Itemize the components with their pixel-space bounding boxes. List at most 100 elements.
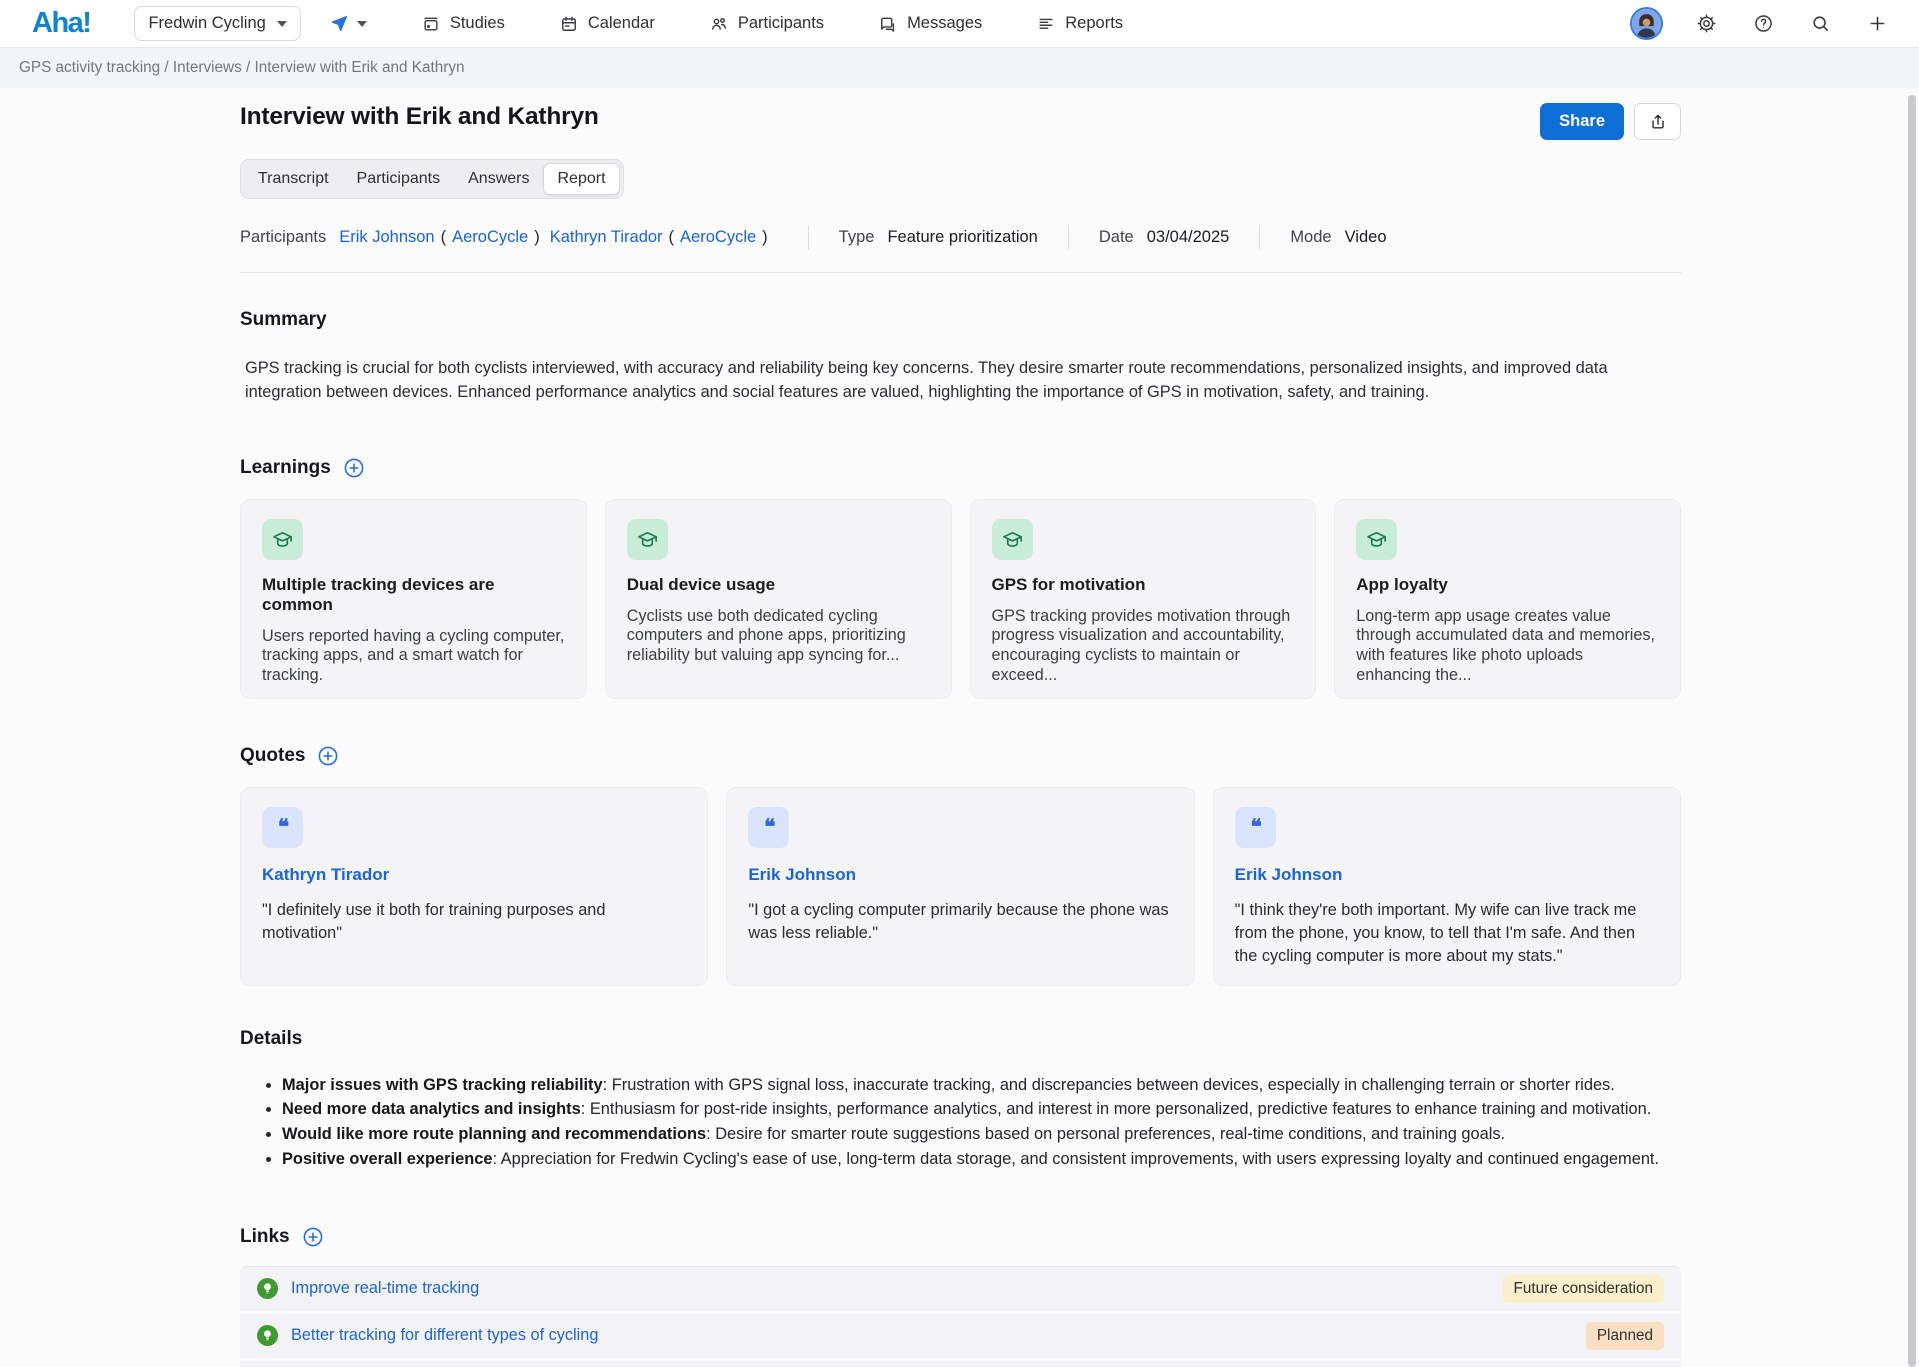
nav-item-reports[interactable]: Reports [1036, 14, 1123, 34]
nav-right-cluster [1632, 9, 1889, 38]
nav-item-label: Messages [907, 14, 982, 33]
details-bullet: Would like more route planning and recom… [282, 1123, 1681, 1147]
quote-icon: ❝ [278, 817, 287, 838]
nav-item-label: Participants [738, 14, 824, 33]
divider [240, 272, 1681, 273]
learning-chip [627, 519, 668, 560]
calendar-icon [559, 14, 579, 34]
add-link-button[interactable] [302, 1226, 324, 1248]
links-heading: Links [240, 1226, 1681, 1248]
learnings-heading: Learnings [240, 457, 1681, 479]
nav-item-label: Reports [1065, 14, 1123, 33]
export-button[interactable] [1634, 103, 1681, 140]
graduation-cap-icon [271, 528, 294, 551]
interview-meta: Participants Erik Johnson ( AeroCycle ) … [240, 226, 1681, 249]
nav-item-messages[interactable]: Messages [878, 14, 982, 34]
quote-author-link[interactable]: Erik Johnson [1235, 865, 1343, 884]
participants-icon [709, 14, 729, 34]
paren: ( [441, 228, 447, 247]
settings-button[interactable] [1694, 12, 1718, 36]
add-quote-button[interactable] [317, 745, 339, 767]
chevron-down-icon [277, 21, 287, 27]
type-value: Feature prioritization [887, 228, 1037, 247]
quick-nav-menu[interactable] [329, 13, 367, 34]
status-badge: Planned [1586, 1322, 1664, 1350]
workspace-name: Fredwin Cycling [148, 14, 265, 33]
links-heading-label: Links [240, 1226, 290, 1248]
circle-plus-icon [317, 745, 339, 767]
studies-icon [421, 14, 441, 34]
tab-participants[interactable]: Participants [343, 163, 455, 195]
avatar[interactable] [1632, 9, 1661, 38]
gear-icon [1696, 13, 1717, 34]
quote-icon: ❝ [1251, 817, 1260, 838]
quotes-grid: ❝ Kathryn Tirador "I definitely use it b… [240, 787, 1681, 986]
graduation-cap-icon [1365, 528, 1388, 551]
idea-icon [257, 1278, 278, 1299]
learning-body: GPS tracking provides motivation through… [992, 607, 1295, 687]
link-label[interactable]: Better tracking for different types of c… [291, 1326, 598, 1345]
quote-text: "I definitely use it both for training p… [262, 899, 686, 945]
summary-text: GPS tracking is crucial for both cyclist… [240, 356, 1681, 405]
nav-item-participants[interactable]: Participants [709, 14, 824, 34]
link-row[interactable]: Improve real-time tracking Future consid… [240, 1267, 1681, 1311]
circle-plus-icon [302, 1226, 324, 1248]
link-row[interactable]: Enhance activity tracking On track [240, 1361, 1681, 1367]
learning-title: GPS for motivation [992, 575, 1295, 595]
quotes-heading-label: Quotes [240, 745, 305, 767]
divider [1259, 226, 1260, 249]
quote-author-link[interactable]: Erik Johnson [748, 865, 856, 884]
details-heading: Details [240, 1028, 1681, 1050]
share-button[interactable]: Share [1540, 103, 1624, 140]
learning-card[interactable]: App loyalty Long-term app usage creates … [1334, 499, 1681, 699]
vertical-scrollbar[interactable] [1908, 95, 1916, 1367]
messages-icon [878, 14, 898, 34]
quote-card[interactable]: ❝ Erik Johnson "I think they're both imp… [1213, 787, 1681, 986]
add-learning-button[interactable] [343, 457, 365, 479]
status-badge: Future consideration [1503, 1275, 1664, 1303]
paper-plane-icon [329, 13, 350, 34]
report-tabs: Transcript Participants Answers Report [240, 159, 624, 199]
tab-report[interactable]: Report [543, 163, 619, 195]
reports-icon [1036, 14, 1056, 34]
quote-chip: ❝ [748, 807, 789, 848]
link-row[interactable]: Better tracking for different types of c… [240, 1314, 1681, 1358]
tab-transcript[interactable]: Transcript [244, 163, 343, 195]
details-bullet: Major issues with GPS tracking reliabili… [282, 1074, 1681, 1098]
add-button[interactable] [1865, 12, 1889, 36]
nav-item-studies[interactable]: Studies [421, 14, 505, 34]
help-button[interactable] [1751, 12, 1775, 36]
learning-card[interactable]: Dual device usage Cyclists use both dedi… [605, 499, 952, 699]
search-button[interactable] [1808, 12, 1832, 36]
help-icon [1753, 13, 1774, 34]
share-export-icon [1648, 112, 1668, 132]
details-bullet: Positive overall experience: Appreciatio… [282, 1148, 1681, 1172]
quote-author-link[interactable]: Kathryn Tirador [262, 865, 389, 884]
quote-card[interactable]: ❝ Kathryn Tirador "I definitely use it b… [240, 787, 708, 986]
idea-icon [257, 1325, 278, 1346]
quote-chip: ❝ [1235, 807, 1276, 848]
participant-org-link[interactable]: AeroCycle [680, 228, 756, 247]
workspace-selector[interactable]: Fredwin Cycling [134, 6, 300, 41]
learning-card[interactable]: GPS for motivation GPS tracking provides… [970, 499, 1317, 699]
learning-card[interactable]: Multiple tracking devices are common Use… [240, 499, 587, 699]
quote-card[interactable]: ❝ Erik Johnson "I got a cycling computer… [726, 787, 1194, 986]
quote-icon: ❝ [764, 817, 773, 838]
learning-chip [992, 519, 1033, 560]
learnings-heading-label: Learnings [240, 457, 331, 479]
tab-answers[interactable]: Answers [454, 163, 543, 195]
link-label[interactable]: Improve real-time tracking [291, 1279, 479, 1298]
top-nav: Aha! Fredwin Cycling Studies Calendar Pa… [0, 0, 1919, 48]
quote-text: "I got a cycling computer primarily beca… [748, 899, 1172, 945]
learnings-grid: Multiple tracking devices are common Use… [240, 499, 1681, 699]
breadcrumb[interactable]: GPS activity tracking / Interviews / Int… [19, 59, 464, 77]
details-list: Major issues with GPS tracking reliabili… [240, 1074, 1681, 1172]
learning-title: Multiple tracking devices are common [262, 575, 565, 615]
participant-link[interactable]: Kathryn Tirador [550, 228, 663, 247]
mode-label: Mode [1290, 228, 1331, 247]
participant-org-link[interactable]: AeroCycle [452, 228, 528, 247]
search-icon [1810, 13, 1831, 34]
participant-link[interactable]: Erik Johnson [339, 228, 434, 247]
nav-item-calendar[interactable]: Calendar [559, 14, 655, 34]
graduation-cap-icon [636, 528, 659, 551]
